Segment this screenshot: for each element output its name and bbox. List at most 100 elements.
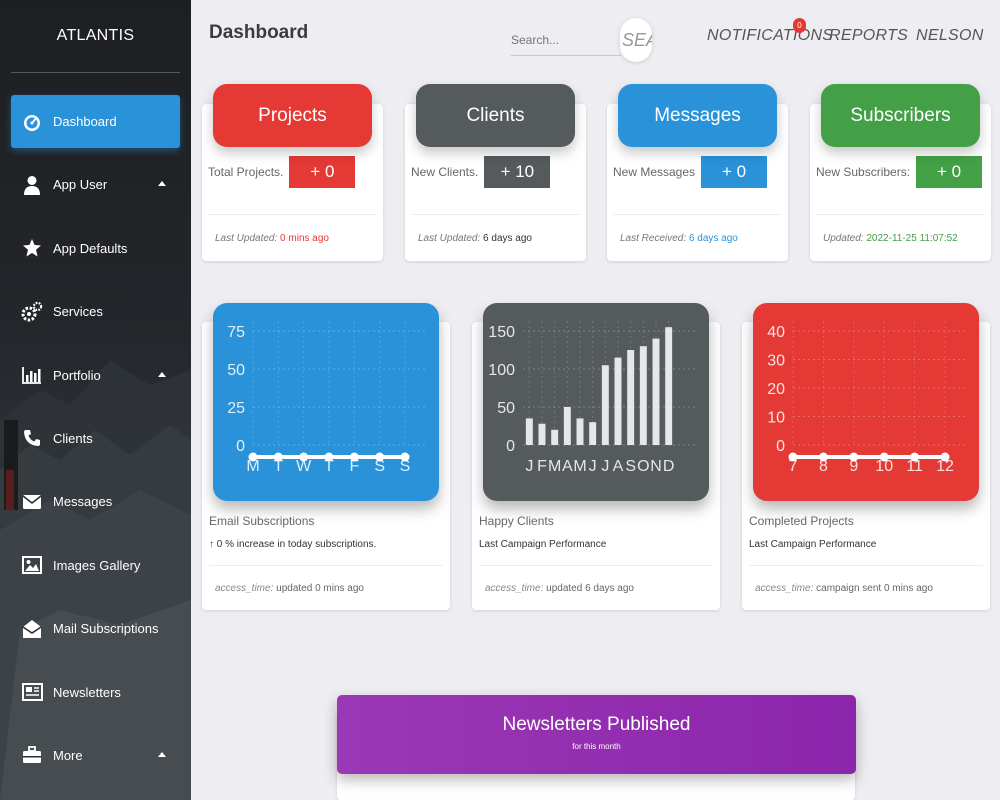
chart-subtitle-text: 0 % increase in today subscriptions.: [216, 539, 377, 550]
chart-header: 0 10 20 30 40 7 8 9 10 11 12: [753, 303, 979, 501]
y-tick-label: 0: [776, 438, 785, 455]
x-tick-label: J: [589, 458, 597, 475]
newsletters-title: Newsletters Published: [502, 714, 691, 735]
bar: [627, 350, 635, 445]
sidebar-item-label: App Defaults: [53, 240, 128, 256]
search-field: [511, 30, 621, 56]
bar-chart-icon: [21, 364, 43, 386]
bar: [665, 327, 673, 445]
notifications-count-badge: 0: [793, 18, 806, 33]
bar: [614, 357, 622, 445]
stat-value: + 0: [701, 156, 768, 188]
x-tick-label: M: [548, 458, 561, 475]
x-tick-label: S: [400, 458, 411, 475]
chart-grid: [792, 321, 965, 446]
sidebar-item-dashboard[interactable]: Dashboard: [11, 95, 180, 148]
x-tick-label: 12: [936, 458, 954, 475]
caret-up-icon[interactable]: [158, 371, 166, 377]
star-icon: [21, 237, 43, 259]
caret-up-icon[interactable]: [158, 751, 166, 757]
sidebar-item-app-user[interactable]: App User: [11, 158, 180, 211]
stat-header-subscribers: Subscribers: [821, 84, 980, 147]
stat-footer-label: Last Updated:: [215, 233, 278, 244]
stat-label: New Clients.: [411, 165, 479, 179]
user-menu[interactable]: NELSON: [916, 27, 984, 45]
y-tick-label: 20: [767, 381, 785, 398]
chart-svg: 050100150J F M A M J J A S O N D: [488, 321, 695, 475]
sidebar-item-mail-subscriptions[interactable]: Mail Subscriptions: [11, 602, 180, 655]
y-tick-label: 30: [767, 353, 785, 370]
x-tick-label: S: [625, 458, 636, 475]
x-tick-label: O: [637, 458, 649, 475]
sidebar-item-portfolio[interactable]: Portfolio: [11, 349, 180, 402]
x-tick-label: 8: [819, 458, 828, 475]
reports-link[interactable]: REPORTS: [829, 27, 908, 45]
x-tick-label: 10: [875, 458, 893, 475]
y-tick-label: 25: [227, 400, 245, 417]
chart-grid: [252, 321, 425, 446]
stat-footer-label: Last Received:: [620, 233, 687, 244]
y-tick-label: 0: [236, 438, 245, 455]
stat-footer: Updated: 2022-11-25 11:07:52: [823, 233, 958, 244]
sidebar-item-label: Dashboard: [53, 114, 117, 129]
divider: [209, 565, 443, 566]
notifications-link[interactable]: NOTIFICATIONS: [707, 27, 833, 45]
chart-subtitle: Last Campaign Performance: [479, 539, 606, 550]
chart-header: 0 50 100 150 J F M A M J J A S O N D: [483, 303, 709, 501]
chart-footer-label: access_time:: [215, 583, 274, 594]
x-tick-label: S: [374, 458, 385, 475]
stat-label: New Messages: [613, 165, 696, 179]
sidebar-item-services[interactable]: Services: [11, 285, 180, 338]
x-tick-label: A: [613, 458, 624, 475]
divider: [208, 214, 377, 215]
caret-up-icon[interactable]: [158, 181, 166, 187]
y-tick-label: 50: [497, 400, 515, 417]
chart-title: Completed Projects: [749, 514, 854, 528]
divider: [613, 214, 782, 215]
bar: [589, 422, 597, 445]
bar: [551, 429, 559, 445]
divider: [11, 72, 180, 73]
brand-logo[interactable]: ATLANTIS: [0, 27, 191, 45]
sidebar-item-label: Newsletters: [53, 684, 121, 700]
y-tick-label: 40: [767, 324, 785, 341]
stat-header-clients: Clients: [416, 84, 575, 147]
x-tick-label: N: [650, 458, 662, 475]
bar: [563, 407, 571, 445]
search-button[interactable]: SEARCH: [620, 18, 652, 62]
sidebar-item-more[interactable]: More: [11, 729, 180, 782]
x-tick-label: M: [246, 458, 259, 475]
x-tick-label: F: [349, 458, 359, 475]
bar: [576, 418, 584, 445]
x-tick-label: 9: [849, 458, 858, 475]
sidebar-item-app-defaults[interactable]: App Defaults: [11, 222, 180, 275]
y-tick-label: 75: [227, 324, 245, 341]
chart-subtitle: Last Campaign Performance: [749, 539, 876, 550]
sidebar-item-images-gallery[interactable]: Images Gallery: [11, 539, 180, 592]
x-tick-label: J: [601, 458, 609, 475]
divider: [749, 565, 983, 566]
sidebar-item-clients[interactable]: Clients: [11, 412, 180, 465]
y-tick-label: 150: [488, 324, 515, 341]
chart-title: Email Subscriptions: [209, 514, 315, 528]
sidebar-item-newsletters[interactable]: Newsletters: [11, 666, 180, 719]
stat-header-messages: Messages: [618, 84, 777, 147]
sidebar-item-label: Services: [53, 304, 103, 320]
newsletters-header: Newsletters Published for this month: [337, 695, 856, 774]
x-tick-label: M: [573, 458, 586, 475]
envelope-open-icon: [21, 618, 43, 640]
search-input[interactable]: [511, 30, 619, 50]
y-tick-label: 100: [488, 362, 515, 379]
divider: [411, 214, 580, 215]
chart-svg: 0255075M T W T F S S: [227, 321, 425, 475]
newsletters-subtitle: for this month: [572, 742, 621, 751]
stat-label: New Subscribers:: [816, 165, 911, 179]
stat-value: + 0: [289, 156, 356, 188]
sidebar-item-label: Messages: [53, 494, 113, 510]
sidebar-item-label: Mail Subscriptions: [53, 621, 159, 637]
y-tick-label: 10: [767, 410, 785, 427]
bar: [525, 418, 533, 445]
phone-icon: [21, 427, 43, 449]
sidebar-item-messages[interactable]: Messages: [11, 475, 180, 528]
x-tick-label: J: [525, 458, 533, 475]
